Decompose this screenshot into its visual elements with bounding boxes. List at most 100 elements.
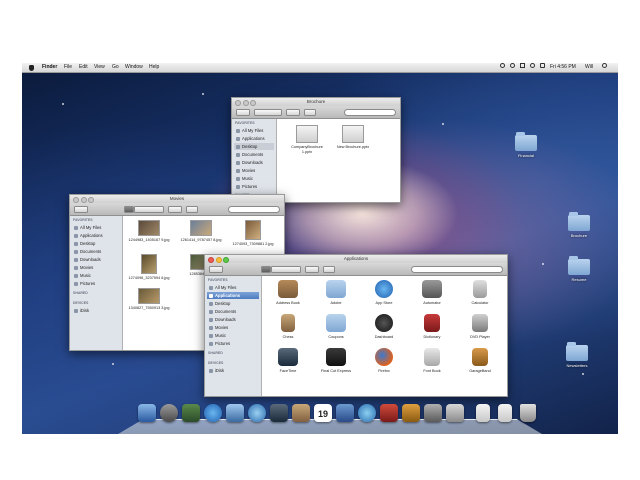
file-item[interactable]: 1261414_9787457 8.jpg xyxy=(179,220,223,243)
sidebar-item-idisk[interactable]: iDisk xyxy=(72,307,120,314)
file-item[interactable]: 1274096_3237594 6.jpg xyxy=(127,254,171,281)
volume-icon[interactable] xyxy=(520,63,525,68)
sidebar-item-downloads[interactable]: Downloads xyxy=(72,256,120,263)
sidebar-item-desktop[interactable]: Desktop xyxy=(234,143,274,150)
sidebar-item-documents[interactable]: Documents xyxy=(207,308,259,315)
icon-view-button[interactable] xyxy=(261,265,271,273)
sidebar-item-documents[interactable]: Documents xyxy=(72,248,120,255)
app-item-automator[interactable]: Automator xyxy=(410,280,454,306)
app-item-garageband[interactable]: GarageBand xyxy=(458,348,502,374)
wifi-icon[interactable] xyxy=(530,63,535,68)
time-machine-icon[interactable] xyxy=(510,63,515,68)
itunes-icon[interactable] xyxy=(358,404,376,422)
arrange-button[interactable] xyxy=(186,205,198,213)
battery-icon[interactable] xyxy=(540,63,545,68)
search-input[interactable] xyxy=(411,265,503,273)
mission-control-icon[interactable] xyxy=(182,404,200,422)
facetime-icon[interactable] xyxy=(270,404,288,422)
sidebar-item-pictures[interactable]: Pictures xyxy=(234,183,274,190)
sidebar-item-desktop[interactable]: Desktop xyxy=(72,240,120,247)
system-preferences-icon[interactable] xyxy=(424,404,442,422)
sidebar-item-downloads[interactable]: Downloads xyxy=(234,159,274,166)
sidebar-item-music[interactable]: Music xyxy=(72,272,120,279)
photo-booth-icon[interactable] xyxy=(380,404,398,422)
sidebar-item-music[interactable]: Music xyxy=(234,175,274,182)
file-item[interactable]: 1340827_7550913 3.jpg xyxy=(127,288,171,311)
view-mode-button[interactable] xyxy=(271,265,301,273)
sidebar-item-downloads[interactable]: Downloads xyxy=(207,316,259,323)
menu-view[interactable]: View xyxy=(94,63,105,72)
bluetooth-icon[interactable] xyxy=(500,63,505,68)
ical-icon[interactable]: 19 xyxy=(314,404,332,422)
menu-user[interactable]: Will xyxy=(585,63,593,72)
app-item-app-store[interactable]: App Store xyxy=(362,280,406,306)
back-forward-button[interactable] xyxy=(236,108,250,116)
app-item-facetime[interactable]: FaceTime xyxy=(266,348,310,374)
preview-icon[interactable] xyxy=(402,404,420,422)
trash-icon[interactable] xyxy=(520,404,536,422)
search-input[interactable] xyxy=(344,108,396,116)
search-input[interactable] xyxy=(228,205,280,213)
app-item-dictionary[interactable]: Dictionary xyxy=(410,314,454,340)
menu-help[interactable]: Help xyxy=(149,63,159,72)
app-item-firefox[interactable]: Firefox xyxy=(362,348,406,374)
menu-file[interactable]: File xyxy=(64,63,72,72)
sidebar-item-idisk[interactable]: iDisk xyxy=(207,367,259,374)
menu-clock[interactable]: Fri 4:56 PM xyxy=(550,63,576,72)
app-item-address-book[interactable]: Address Book xyxy=(266,280,310,306)
document-icon[interactable] xyxy=(476,404,490,422)
desktop-folder-brochure[interactable]: Brochure xyxy=(559,212,599,238)
action-button[interactable] xyxy=(168,205,182,213)
action-button[interactable] xyxy=(305,265,319,273)
finder-icon[interactable] xyxy=(138,404,156,422)
menu-window[interactable]: Window xyxy=(125,63,143,72)
sidebar-item-pictures[interactable]: Pictures xyxy=(207,340,259,347)
app-item-adobe[interactable]: Adobe xyxy=(314,280,358,306)
apple-menu-icon[interactable] xyxy=(29,64,34,71)
movies-titlebar[interactable]: Movies xyxy=(70,195,284,203)
sidebar-item-all-my-files[interactable]: All My Files xyxy=(207,284,259,291)
sidebar-item-movies[interactable]: Movies xyxy=(207,324,259,331)
sidebar-item-pictures[interactable]: Pictures xyxy=(72,280,120,287)
sidebar-item-music[interactable]: Music xyxy=(207,332,259,339)
arrange-button[interactable] xyxy=(323,265,335,273)
mail-icon[interactable] xyxy=(226,404,244,422)
desktop-folder-financial[interactable]: Financial xyxy=(506,132,546,158)
app-item-font-book[interactable]: Font Book xyxy=(410,348,454,374)
app-item-coupons[interactable]: Coupons xyxy=(314,314,358,340)
applications-titlebar[interactable]: Applications xyxy=(205,255,507,263)
desktop-folder-newsletters[interactable]: Newsletters xyxy=(555,342,599,368)
sidebar-item-documents[interactable]: Documents xyxy=(234,151,274,158)
file-item[interactable]: 1274093_7309881 2.jpg xyxy=(231,220,275,247)
brochure-titlebar[interactable]: Brochure xyxy=(232,98,400,106)
sidebar-item-applications[interactable]: Applications xyxy=(72,232,120,239)
safari-icon[interactable] xyxy=(248,404,266,422)
app-item-dvd-player[interactable]: DVD Player xyxy=(458,314,502,340)
back-forward-button[interactable] xyxy=(74,205,88,213)
applications-window[interactable]: Applications FAVORITES All My Files Appl… xyxy=(204,254,508,397)
action-button[interactable] xyxy=(286,108,300,116)
file-item[interactable]: New Brochure.pptx xyxy=(333,125,373,150)
file-item[interactable]: CompanyBrochure 1.pptx xyxy=(289,125,325,154)
iphoto-icon[interactable] xyxy=(336,404,354,422)
spotlight-icon[interactable] xyxy=(602,63,607,68)
icon-view-button[interactable] xyxy=(124,205,134,213)
app-item-final-cut-express[interactable]: Final Cut Express xyxy=(314,348,358,374)
sidebar-item-all-my-files[interactable]: All My Files xyxy=(234,127,274,134)
back-forward-button[interactable] xyxy=(209,265,223,273)
arrange-button[interactable] xyxy=(304,108,316,116)
utilities-icon[interactable] xyxy=(446,404,464,422)
launchpad-icon[interactable] xyxy=(160,404,178,422)
downloads-stack-icon[interactable] xyxy=(498,404,512,422)
menu-go[interactable]: Go xyxy=(112,63,119,72)
sidebar-item-movies[interactable]: Movies xyxy=(72,264,120,271)
sidebar-item-movies[interactable]: Movies xyxy=(234,167,274,174)
sidebar-item-all-my-files[interactable]: All My Files xyxy=(72,224,120,231)
sidebar-item-applications[interactable]: Applications xyxy=(207,292,259,299)
file-item[interactable]: 1244983_1405167 9.jpg xyxy=(127,220,171,243)
app-item-calculator[interactable]: Calculator xyxy=(458,280,502,306)
sidebar-item-applications[interactable]: Applications xyxy=(234,135,274,142)
sidebar-item-desktop[interactable]: Desktop xyxy=(207,300,259,307)
menu-edit[interactable]: Edit xyxy=(79,63,88,72)
app-item-chess[interactable]: Chess xyxy=(266,314,310,340)
